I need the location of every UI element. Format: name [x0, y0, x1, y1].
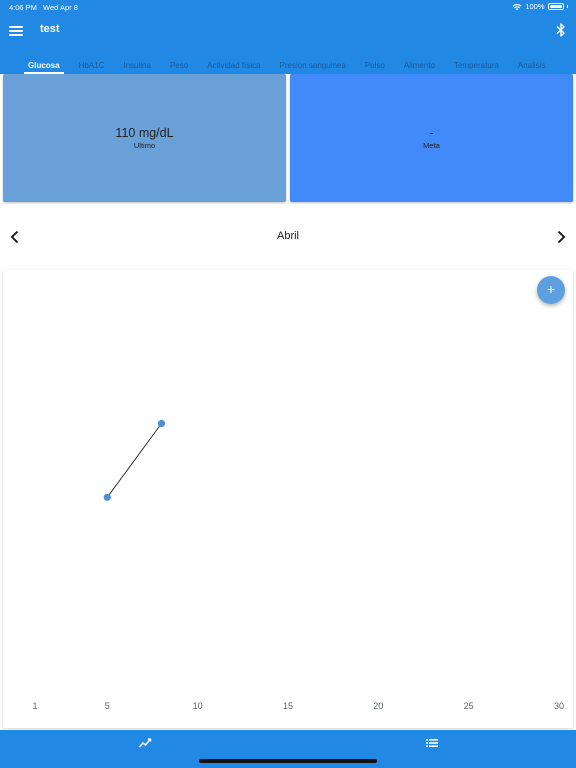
tab-presion-sanguinea[interactable]: Presion sanguinea	[280, 58, 346, 74]
bluetooth-icon[interactable]	[554, 22, 568, 38]
tab-pulso[interactable]: Pulso	[365, 58, 385, 74]
tab-alimento[interactable]: Alimento	[404, 58, 435, 74]
tab-insulina[interactable]: Insulina	[123, 58, 151, 74]
tab-actividad-f-sica[interactable]: Actividad física	[207, 58, 260, 74]
chart-card: 1 5 10 15 20 25 30 +	[3, 270, 573, 728]
glucose-chart: 1 5 10 15 20 25 30	[32, 419, 564, 711]
status-date: Wed Apr 8	[43, 3, 78, 12]
app-title: test	[40, 23, 60, 35]
chevron-right-icon[interactable]	[553, 229, 569, 245]
tab-peso[interactable]: Peso	[170, 58, 188, 74]
tabs-container: Glucosa HbA1C Insulina Peso Actividad física…	[0, 58, 576, 74]
goal-label: Meta	[423, 141, 440, 150]
tab-glucosa[interactable]: Glucosa	[24, 58, 64, 74]
last-reading-label: Ultimo	[133, 141, 156, 150]
month-label: Abril	[276, 230, 299, 242]
tab-bar: Glucosa HbA1C Insulina Peso Actividad física…	[0, 58, 576, 74]
data-point[interactable]	[157, 419, 166, 428]
tab-hba1c[interactable]: HbA1C	[79, 58, 105, 74]
list-view-icon[interactable]	[425, 737, 439, 749]
last-reading-value: 110 mg/dL	[115, 126, 174, 140]
tab-analisis[interactable]: Analisis	[518, 58, 546, 74]
hamburger-icon-line	[9, 34, 23, 36]
x-tick-label: 20	[373, 701, 383, 711]
goal-card[interactable]: - Meta	[290, 74, 573, 202]
x-tick-label: 10	[193, 701, 203, 711]
data-point[interactable]	[103, 493, 111, 501]
last-reading-card[interactable]: 110 mg/dL Ultimo	[3, 74, 286, 202]
wifi-icon	[512, 3, 522, 10]
status-time: 4:06 PM	[9, 3, 37, 12]
battery-icon	[547, 3, 564, 10]
battery-tip	[566, 5, 568, 8]
status-right: 100%	[512, 2, 568, 11]
chart-view-icon[interactable]	[138, 737, 152, 749]
x-tick-label: 1	[32, 701, 37, 711]
month-navigator: Abril	[0, 226, 576, 248]
app-bar: test	[0, 14, 576, 58]
hamburger-icon-line	[9, 26, 23, 28]
home-indicator	[199, 759, 377, 763]
menu-button[interactable]	[9, 24, 23, 38]
hamburger-icon-line	[9, 30, 23, 32]
battery-percent: 100%	[525, 2, 545, 11]
glucose-series-line	[106, 423, 162, 498]
x-tick-label: 15	[283, 701, 293, 711]
x-tick-label: 25	[464, 701, 474, 711]
status-bar: 4:06 PM Wed Apr 8 100%	[0, 0, 576, 14]
x-tick-label: 5	[105, 701, 110, 711]
add-entry-button[interactable]: +	[537, 276, 565, 304]
goal-value: -	[429, 126, 434, 140]
x-tick-label: 30	[554, 701, 564, 711]
tab-temperatura[interactable]: Temperatura	[454, 58, 499, 74]
